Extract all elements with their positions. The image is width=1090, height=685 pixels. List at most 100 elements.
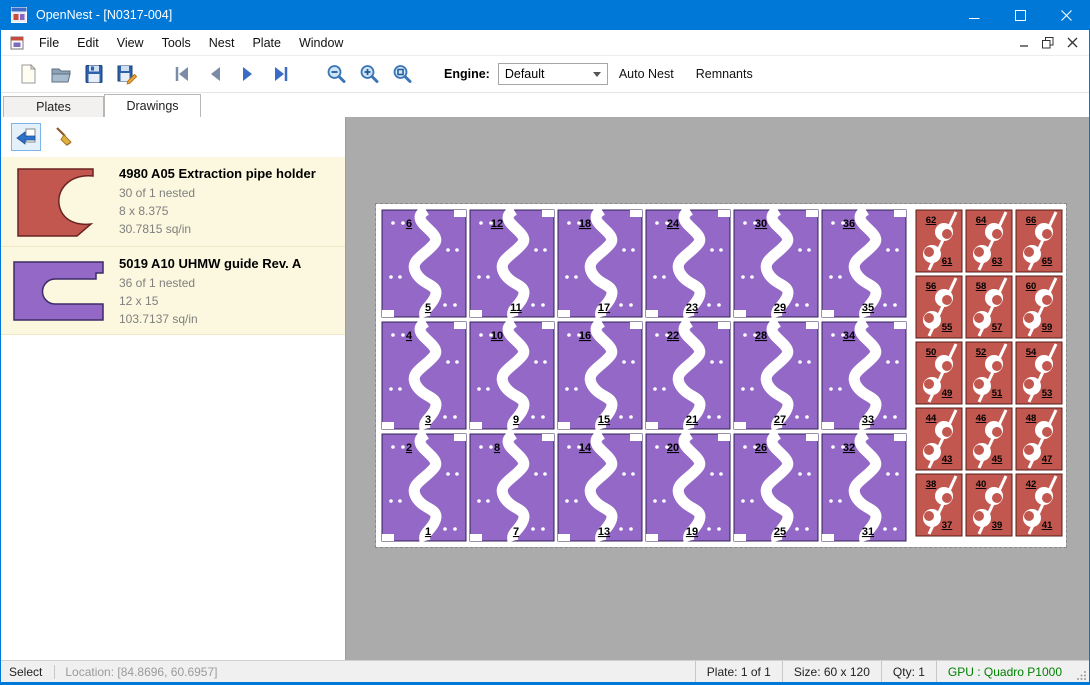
part-number: 25 [774, 526, 786, 538]
new-icon [16, 62, 40, 86]
minimize-button[interactable] [951, 0, 997, 30]
chevron-down-icon [593, 72, 601, 77]
tab-plates[interactable]: Plates [3, 96, 104, 117]
engine-selected-value: Default [505, 67, 545, 81]
nest-plate[interactable]: 6512111817242330293635431091615222128273… [376, 204, 1066, 547]
nested-part-pair-red[interactable]: 4645 [966, 408, 1012, 470]
part-number: 21 [686, 414, 698, 426]
menu-edit[interactable]: Edit [68, 32, 108, 54]
nested-part-pair-purple[interactable]: 3635 [822, 210, 906, 317]
nested-part-pair-red[interactable]: 42 41 [1016, 474, 1062, 536]
resize-grip[interactable] [1073, 661, 1089, 682]
nested-part-pair-purple[interactable]: 3433 [822, 322, 906, 429]
nested-part-pair-red[interactable]: 4039 [966, 474, 1012, 536]
mdi-close-button[interactable] [1060, 33, 1084, 53]
part-number: 31 [862, 526, 874, 538]
part-number: 44 [926, 413, 937, 424]
nested-part-pair-red[interactable]: 6665 [1016, 210, 1062, 272]
nested-part-pair-red[interactable]: 5655 [916, 276, 962, 338]
app-window: OpenNest - [N0317-004] File Edit View To… [0, 0, 1090, 685]
grip-dots-icon [1077, 670, 1087, 680]
new-button[interactable] [11, 59, 44, 89]
part-number: 64 [976, 215, 987, 226]
nav-last-button[interactable] [264, 59, 297, 89]
nested-part-pair-red[interactable]: 6463 [966, 210, 1012, 272]
import-drawing-button[interactable] [11, 123, 41, 151]
part-number: 6 [406, 218, 412, 230]
clear-drawings-button[interactable] [49, 123, 79, 151]
menu-plate[interactable]: Plate [243, 32, 290, 54]
nested-part-pair-red[interactable]: 6261 [916, 210, 962, 272]
nested-part-pair-purple[interactable]: 87 [470, 434, 554, 541]
remnants-button[interactable]: Remnants [685, 67, 764, 81]
nested-part-pair-purple[interactable]: 65 [382, 210, 466, 317]
part-number: 26 [755, 442, 767, 454]
part-number: 57 [992, 322, 1003, 333]
part-number: 58 [976, 281, 987, 292]
nested-part-pair-purple[interactable]: 2019 [646, 434, 730, 541]
part-number: 24 [667, 218, 680, 230]
nested-part-pair-red[interactable]: 5453 [1016, 342, 1062, 404]
nested-part-pair-red[interactable]: 3837 [916, 474, 962, 536]
drawing-list-item[interactable]: 5019 A10 UHMW guide Rev. A 36 of 1 neste… [1, 247, 345, 335]
zoom-out-button[interactable] [319, 59, 352, 89]
nested-part-pair-purple[interactable]: 21 [382, 434, 466, 541]
nested-part-pair-red[interactable]: 5251 [966, 342, 1012, 404]
nested-part-pair-purple[interactable]: 2423 [646, 210, 730, 317]
zoom-fit-icon [390, 62, 414, 86]
nested-part-pair-red[interactable]: 4847 [1016, 408, 1062, 470]
drawing-nested-count: 36 of 1 nested [119, 274, 301, 292]
save-as-icon [115, 62, 139, 86]
nested-part-pair-purple[interactable]: 1615 [558, 322, 642, 429]
drawing-area: 30.7815 sq/in [119, 220, 316, 238]
mdi-minimize-button[interactable] [1012, 33, 1036, 53]
maximize-button[interactable] [997, 0, 1043, 30]
nested-part-pair-purple[interactable]: 26 25 [734, 434, 818, 541]
part-number: 35 [862, 302, 874, 314]
part-number: 20 [667, 442, 679, 454]
nested-part-pair-purple[interactable]: 3231 [822, 434, 906, 541]
part-thumbnail-red [9, 164, 109, 240]
part-number: 16 [579, 330, 591, 342]
menu-window[interactable]: Window [290, 32, 352, 54]
menu-nest[interactable]: Nest [200, 32, 244, 54]
drawing-area: 103.7137 sq/in [119, 310, 301, 328]
zoom-fit-button[interactable] [385, 59, 418, 89]
status-location: Location: [84.8696, 60.6957] [55, 665, 227, 679]
menu-tools[interactable]: Tools [153, 32, 200, 54]
menu-view[interactable]: View [108, 32, 153, 54]
nested-part-pair-red[interactable]: 4443 [916, 408, 962, 470]
nested-part-pair-purple[interactable]: 1817 [558, 210, 642, 317]
nested-part-pair-red[interactable]: 50 49 [916, 342, 962, 404]
nested-part-pair-red[interactable]: 6059 [1016, 276, 1062, 338]
nested-part-pair-purple[interactable]: 2827 [734, 322, 818, 429]
save-as-button[interactable] [110, 59, 143, 89]
main-toolbar: Engine: Default Auto Nest Remnants [1, 56, 1089, 93]
nested-part-pair-purple[interactable]: 1413 [558, 434, 642, 541]
part-number: 50 [926, 347, 937, 358]
close-button[interactable] [1043, 0, 1089, 30]
menu-file[interactable]: File [30, 32, 68, 54]
nested-part-pair-purple[interactable]: 2221 [646, 322, 730, 429]
nested-part-pair-purple[interactable]: 43 [382, 322, 466, 429]
nav-next-button[interactable] [231, 59, 264, 89]
nested-part-pair-purple[interactable]: 109 [470, 322, 554, 429]
zoom-in-button[interactable] [352, 59, 385, 89]
nested-part-pair-purple[interactable]: 1211 [470, 210, 554, 317]
part-number: 42 [1026, 479, 1037, 490]
nest-canvas[interactable]: 6512111817242330293635431091615222128273… [346, 117, 1089, 660]
nested-part-pair-purple[interactable]: 3029 [734, 210, 818, 317]
part-number: 49 [942, 388, 953, 399]
nav-first-button[interactable] [165, 59, 198, 89]
main-body: 4980 A05 Extraction pipe holder 30 of 1 … [1, 117, 1089, 660]
nested-part-pair-red[interactable]: 58 57 [966, 276, 1012, 338]
engine-select[interactable]: Default [498, 63, 608, 85]
auto-nest-button[interactable]: Auto Nest [608, 67, 685, 81]
open-button[interactable] [44, 59, 77, 89]
drawing-list-item[interactable]: 4980 A05 Extraction pipe holder 30 of 1 … [1, 157, 345, 247]
nav-previous-button[interactable] [198, 59, 231, 89]
part-number: 41 [1042, 520, 1053, 531]
tab-drawings[interactable]: Drawings [104, 94, 201, 117]
mdi-restore-button[interactable] [1036, 33, 1060, 53]
save-button[interactable] [77, 59, 110, 89]
